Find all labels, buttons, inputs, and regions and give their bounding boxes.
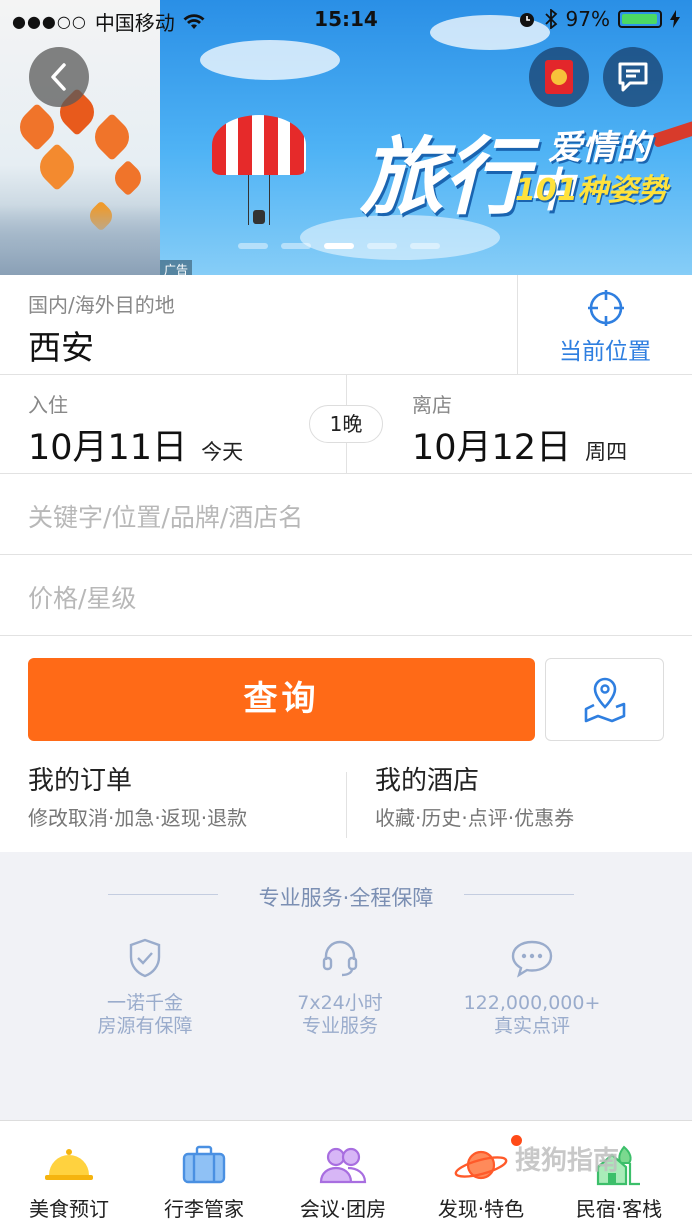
service-line-1: 122,000,000+ [463,992,601,1014]
autumn-leaves-image [0,0,160,275]
destination-row[interactable]: 国内/海外目的地 西安 当前位置 [0,275,692,375]
my-hotels-link[interactable]: 我的酒店 收藏·历史·点评·优惠券 [375,760,574,840]
destination-value[interactable]: 西安 [28,321,94,369]
tab-luggage[interactable]: 行李管家 [135,1121,273,1230]
current-location-button[interactable]: 当前位置 [517,275,692,375]
my-orders-link[interactable]: 我的订单 修改取消·加急·返现·退款 [28,760,247,840]
service-line-1: 7x24小时 [297,992,383,1014]
message-icon [618,62,648,92]
my-hotels-subtitle: 收藏·历史·点评·优惠券 [375,806,575,830]
plane-image [651,116,692,148]
checkout-cell[interactable]: 离店 10月12日 周四 [347,375,692,474]
current-location-label: 当前位置 [559,339,651,365]
red-envelope-icon [545,60,573,94]
checkout-weekday: 周四 [585,440,628,464]
battery-percent: 97% [565,7,610,31]
price-placeholder: 价格/星级 [28,584,137,613]
service-line-2: 真实点评 [493,1015,570,1037]
nights-badge: 1晚 [309,405,383,443]
group-people-icon [319,1147,367,1184]
divider [346,772,347,838]
luggage-icon [182,1145,226,1184]
charging-icon [670,10,680,28]
page-dot[interactable] [367,243,397,249]
back-button[interactable] [29,47,89,107]
coupon-button[interactable] [529,47,589,107]
parachute-image [212,115,306,175]
keyword-placeholder: 关键字/位置/品牌/酒店名 [28,503,304,532]
service-item: 一诺千金 房源有保障 [55,934,235,1038]
food-cloche-icon [45,1149,93,1180]
planet-icon [454,1150,508,1180]
headset-icon [322,940,358,977]
checkin-label: 入住 [28,393,68,417]
alarm-icon [519,13,534,27]
price-star-field[interactable]: 价格/星级 [0,555,692,636]
bluetooth-icon [544,9,557,29]
tab-label: 发现·特色 [437,1197,525,1221]
chat-bubble-icon [511,940,553,978]
tab-meeting-group[interactable]: 会议·团房 [274,1121,412,1230]
page-dot[interactable] [410,243,440,249]
status-bar: ●●●○○ 中国移动 15:14 97% [0,0,692,38]
message-button[interactable] [603,47,663,107]
page-dot[interactable] [238,243,268,249]
my-hotels-title: 我的酒店 [375,766,480,796]
battery-icon [618,10,662,28]
map-search-button[interactable] [545,658,664,741]
tab-label: 民宿·客栈 [575,1197,663,1221]
keyword-field[interactable]: 关键字/位置/品牌/酒店名 [0,474,692,555]
checkin-weekday: 今天 [201,440,244,464]
tab-label: 美食预订 [29,1197,109,1221]
service-heading: 专业服务·全程保障 [258,886,434,910]
checkout-date: 10月12日 周四 [412,428,628,468]
checkout-label: 离店 [412,393,452,417]
page-dot[interactable] [281,243,311,249]
ad-subtitle-2: 101种姿势 [515,173,668,208]
service-item: 122,000,000+ 真实点评 [442,934,622,1038]
service-guarantee-section: 专业服务·全程保障 一诺千金 房源有保障 7x24小时 专业服务 122,000… [0,852,692,1120]
tab-label: 行李管家 [164,1197,244,1221]
my-orders-title: 我的订单 [28,766,133,796]
ad-tag: 广告 [160,260,193,275]
map-pin-icon [584,677,625,722]
shield-icon [129,938,161,978]
crosshair-icon [588,290,624,326]
service-line-1: 一诺千金 [106,992,183,1014]
service-line-2: 专业服务 [301,1015,378,1037]
search-button[interactable]: 查询 [28,658,535,741]
checkin-cell[interactable]: 入住 10月11日 今天 [0,375,347,474]
tab-label: 会议·团房 [299,1197,387,1221]
my-orders-subtitle: 修改取消·加急·返现·退款 [28,806,248,830]
watermark: 搜狗指南 [515,1146,620,1176]
banner-page-indicator [238,243,440,249]
page-dot-active[interactable] [324,243,354,249]
service-item: 7x24小时 专业服务 [250,934,430,1038]
service-line-2: 房源有保障 [97,1015,193,1037]
tab-food[interactable]: 美食预订 [0,1121,138,1230]
chevron-left-icon [51,63,66,91]
ad-banner[interactable]: 旅行中 爱情的 101种姿势 广告 [0,0,692,275]
ad-subtitle: 爱情的 [548,128,650,168]
quick-links: 我的订单 修改取消·加急·返现·退款 我的酒店 收藏·历史·点评·优惠券 [0,760,692,852]
destination-label: 国内/海外目的地 [28,293,175,317]
checkin-date: 10月11日 今天 [28,428,244,468]
